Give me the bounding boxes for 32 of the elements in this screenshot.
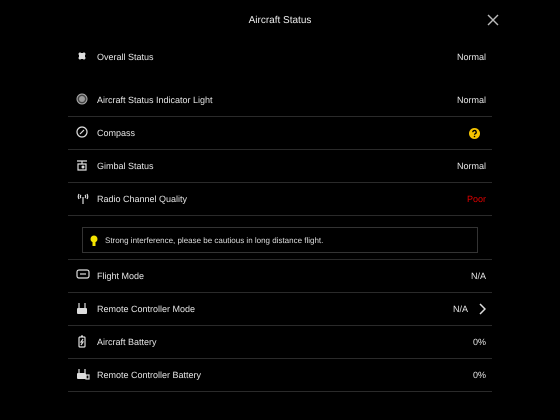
row-label: Radio Channel Quality: [97, 194, 188, 204]
row-label: Compass: [97, 128, 136, 138]
compass-icon: [76, 126, 88, 138]
row-value: Normal: [456, 161, 486, 171]
flight-mode-icon: [76, 269, 90, 279]
row-label: Remote Controller Battery: [97, 370, 202, 380]
lightbulb-icon: [89, 234, 99, 246]
battery-icon: [76, 335, 88, 348]
remote-controller-icon: [76, 302, 88, 315]
row-label: Aircraft Battery: [97, 337, 158, 347]
row-value: Normal: [456, 52, 486, 62]
gimbal-icon: [76, 159, 88, 171]
row-value: Normal: [456, 95, 486, 105]
row-value: 0%: [472, 370, 486, 380]
row-value: N/A: [470, 271, 486, 281]
row-value: 0%: [472, 337, 486, 347]
row-label: Gimbal Status: [97, 161, 155, 171]
row-label: Flight Mode: [97, 271, 146, 281]
window-title: Aircraft Status: [248, 14, 312, 26]
antenna-icon: [76, 192, 90, 204]
row-label: Remote Controller Mode: [97, 304, 196, 314]
row-label: Aircraft Status Indicator Light: [97, 95, 214, 105]
row-value: Poor: [466, 194, 486, 204]
tip-text: Strong interference, please be cautious in long distance flight.: [105, 236, 324, 244]
row-label: Overall Status: [97, 52, 155, 62]
chevron-icon: [478, 303, 486, 315]
indicator-light-icon: [76, 93, 88, 105]
close-button[interactable]: [486, 13, 500, 27]
status-icon: [76, 50, 88, 62]
expandable-row[interactable]: Remote Controller Mode N/A: [68, 293, 492, 326]
row-value: N/A: [452, 304, 468, 314]
controller-battery-icon: [76, 368, 90, 380]
